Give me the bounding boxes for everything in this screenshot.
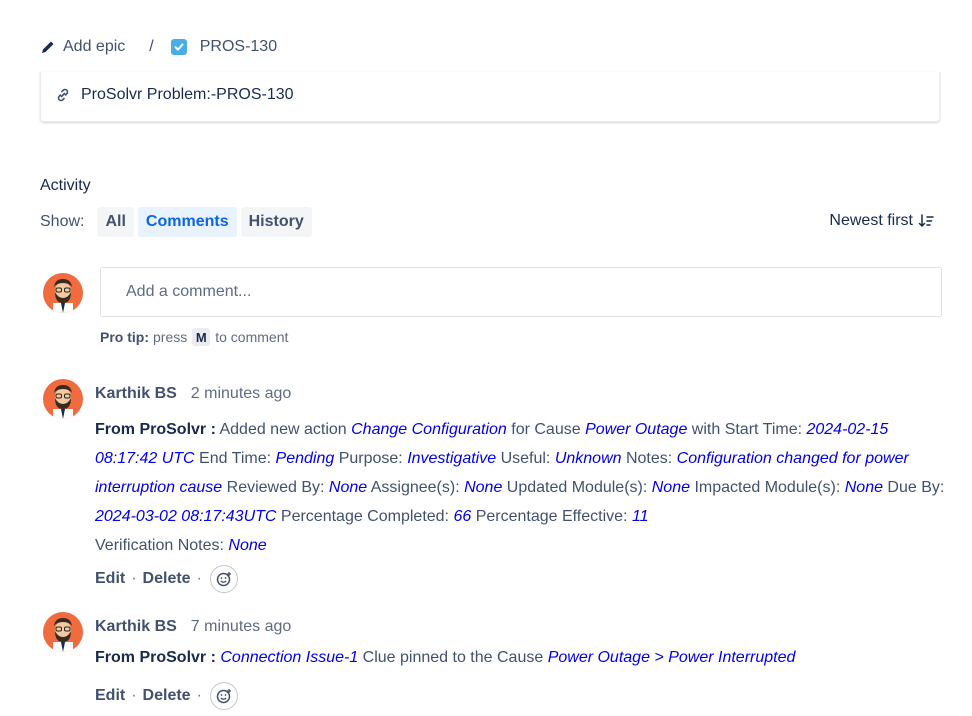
pro-tip-label: Pro tip: bbox=[100, 329, 149, 345]
filter-comments-button[interactable]: Comments bbox=[137, 207, 237, 237]
comment-body: From ProSolvr : Connection Issue-1 Clue … bbox=[95, 649, 796, 666]
add-comment-placeholder: Add a comment... bbox=[126, 283, 252, 300]
activity-heading: Activity bbox=[40, 177, 91, 194]
emoji-reaction-icon bbox=[216, 572, 231, 587]
pro-tip-text-pre: press bbox=[153, 329, 188, 345]
linked-item-card[interactable]: ProSolvr Problem:-PROS-130 bbox=[40, 72, 940, 122]
breadcrumb: Add epic / PROS-130 bbox=[40, 36, 277, 58]
checkbox-icon bbox=[170, 39, 187, 55]
comment-author[interactable]: Karthik BS bbox=[95, 383, 177, 405]
shortcut-key: M bbox=[192, 328, 211, 346]
avatar bbox=[43, 379, 83, 419]
delete-comment-button[interactable]: Delete bbox=[143, 687, 191, 705]
sort-icon bbox=[918, 214, 934, 228]
comment-author[interactable]: Karthik BS bbox=[95, 616, 177, 638]
avatar bbox=[43, 273, 83, 313]
edit-comment-button[interactable]: Edit bbox=[95, 570, 125, 588]
add-comment-input[interactable]: Add a comment... bbox=[100, 267, 942, 317]
delete-comment-button[interactable]: Delete bbox=[143, 570, 191, 588]
add-epic-link[interactable]: Add epic bbox=[63, 38, 125, 56]
edit-comment-button[interactable]: Edit bbox=[95, 687, 125, 705]
sort-order-button[interactable]: Newest first bbox=[829, 212, 934, 230]
comment-timestamp[interactable]: 2 minutes ago bbox=[191, 383, 292, 405]
comment-timestamp[interactable]: 7 minutes ago bbox=[191, 616, 292, 638]
avatar bbox=[43, 612, 83, 652]
filter-history-button[interactable]: History bbox=[240, 207, 312, 237]
emoji-reaction-icon bbox=[216, 689, 231, 704]
sort-order-label: Newest first bbox=[829, 212, 913, 229]
activity-filter-bar: Show: All Comments History bbox=[40, 206, 316, 238]
pencil-icon[interactable] bbox=[40, 39, 56, 55]
pro-tip-text-post: to comment bbox=[215, 329, 289, 345]
show-label: Show: bbox=[40, 213, 85, 230]
issue-key-link[interactable]: PROS-130 bbox=[200, 38, 277, 56]
comment-item: Karthik BS 7 minutes ago From ProSolvr :… bbox=[95, 616, 945, 710]
linked-item-text[interactable]: ProSolvr Problem:-PROS-130 bbox=[81, 86, 294, 104]
breadcrumb-separator: / bbox=[149, 38, 154, 55]
comment-body: From ProSolvr : Added new action Change … bbox=[95, 421, 945, 554]
comment-actions: Edit · Delete · bbox=[95, 565, 945, 593]
pro-tip: Pro tip: press M to comment bbox=[100, 328, 288, 346]
comment-item: Karthik BS 2 minutes ago From ProSolvr :… bbox=[95, 383, 945, 593]
link-icon bbox=[55, 87, 71, 103]
emoji-reaction-button[interactable] bbox=[209, 565, 238, 593]
emoji-reaction-button[interactable] bbox=[209, 682, 238, 710]
comment-actions: Edit · Delete · bbox=[95, 682, 945, 710]
filter-all-button[interactable]: All bbox=[97, 207, 134, 237]
